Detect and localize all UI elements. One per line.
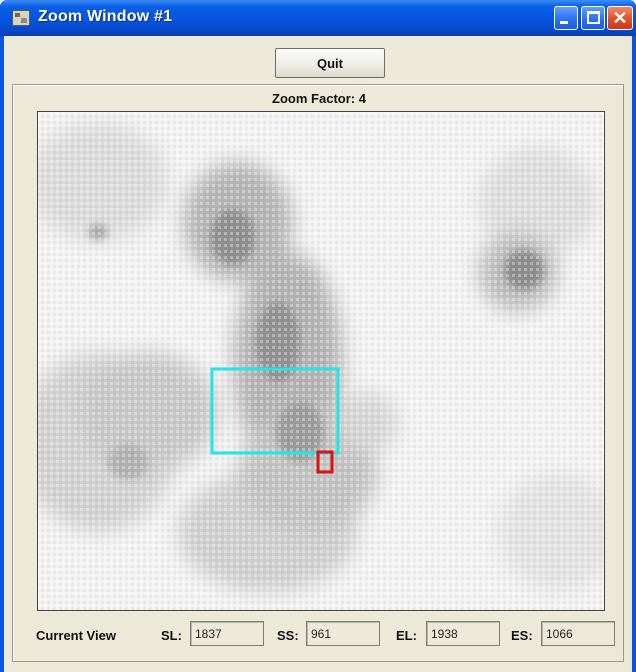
el-field[interactable] xyxy=(426,621,500,646)
maximize-button[interactable] xyxy=(581,6,605,30)
minimize-button[interactable] xyxy=(554,6,578,30)
zoom-image[interactable] xyxy=(38,112,604,610)
zoom-image-view[interactable] xyxy=(37,111,605,611)
maximize-icon xyxy=(587,11,600,24)
title-bar[interactable]: Zoom Window #1 ✕ xyxy=(0,0,636,36)
image-viewer-icon xyxy=(12,10,30,26)
es-field[interactable] xyxy=(541,621,615,646)
window-title: Zoom Window #1 xyxy=(38,8,173,25)
sl-label: SL: xyxy=(161,628,182,643)
close-icon: ✕ xyxy=(612,8,628,28)
ss-field[interactable] xyxy=(306,621,380,646)
minimize-icon xyxy=(560,21,568,24)
zoom-factor-label: Zoom Factor: 4 xyxy=(272,91,366,106)
current-view-label: Current View xyxy=(36,628,116,643)
es-label: ES: xyxy=(511,628,533,643)
zoom-panel: Zoom Factor: 4 Current View SL: 1837 SS:… xyxy=(12,84,624,662)
zoom-window: Zoom Window #1 ✕ Quit Zoom Factor: 4 Cur… xyxy=(0,0,636,672)
close-button[interactable]: ✕ xyxy=(607,6,633,30)
window-client-area: Quit Zoom Factor: 4 Current View SL: 183… xyxy=(4,36,632,672)
quit-button[interactable]: Quit xyxy=(275,48,385,78)
current-view-row: Current View SL: SS: EL: ES: xyxy=(13,621,625,651)
sl-field[interactable] xyxy=(190,621,264,646)
ss-label: SS: xyxy=(277,628,299,643)
el-label: EL: xyxy=(396,628,417,643)
